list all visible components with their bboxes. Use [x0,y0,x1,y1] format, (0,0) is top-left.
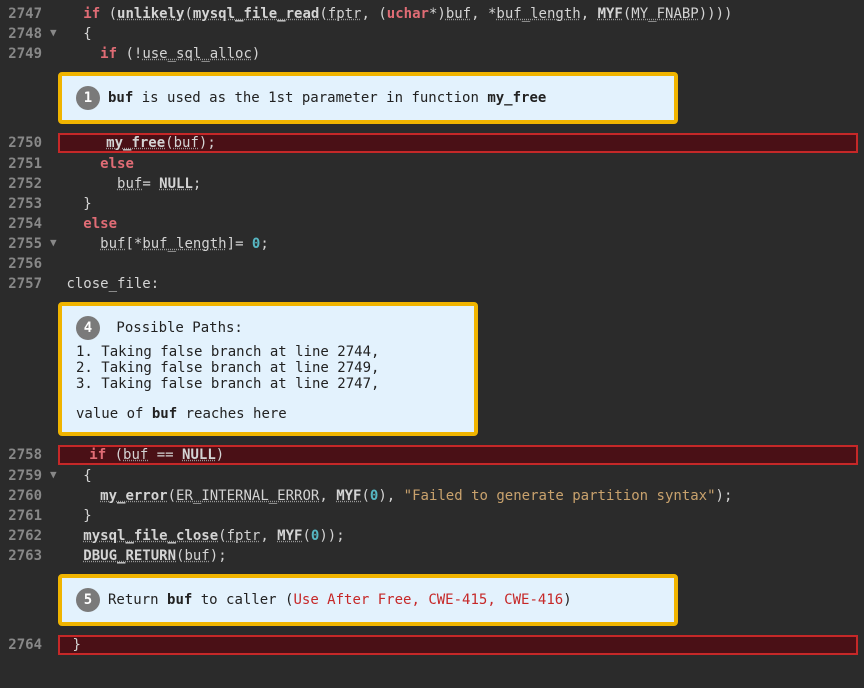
code-content: close_file: [58,276,864,292]
code-line: 2756 [0,254,864,274]
annotation-callout-4: 4 Possible Paths: 1. Taking false branch… [58,302,478,436]
line-number: 2757 [0,276,48,292]
line-number: 2764 [0,637,48,653]
line-number: 2747 [0,6,48,22]
line-number: 2760 [0,488,48,504]
annotation-callout-1: 1buf is used as the 1st parameter in fun… [58,72,678,124]
code-line-highlighted: 2758 if (buf == NULL) [0,444,864,466]
code-line: 2757 close_file: [0,274,864,294]
line-number: 2756 [0,256,48,272]
code-content: DBUG_RETURN(buf); [58,548,864,564]
code-content: } [58,196,864,212]
annotation-callout-5: 5Return buf to caller (Use After Free, C… [58,574,678,626]
line-number: 2755 [0,236,48,252]
code-line: 2754 else [0,214,864,234]
line-number: 2750 [0,135,48,151]
code-line: 2761 } [0,506,864,526]
fold-icon[interactable]: ▼ [50,26,58,42]
code-line: 2763 DBUG_RETURN(buf); [0,546,864,566]
callout-number: 5 [76,588,100,612]
code-content: my_free(buf); [64,135,852,151]
code-content [58,256,864,272]
code-content: if (!use_sql_alloc) [58,46,864,62]
line-number: 2752 [0,176,48,192]
code-line: 2748▼ { [0,24,864,44]
line-number: 2758 [0,447,48,463]
code-line: 2749 if (!use_sql_alloc) [0,44,864,64]
code-content: buf= NULL; [58,176,864,192]
code-line: 2747 if (unlikely(mysql_file_read(fptr, … [0,4,864,24]
line-number: 2753 [0,196,48,212]
code-line: 2755▼ buf[*buf_length]= 0; [0,234,864,254]
code-content: my_error(ER_INTERNAL_ERROR, MYF(0), "Fai… [58,488,864,504]
code-line-highlighted: 2764 } [0,634,864,656]
code-content: { [58,26,864,42]
code-line-highlighted: 2750 my_free(buf); [0,132,864,154]
code-content: } [58,508,864,524]
code-content: buf[*buf_length]= 0; [58,236,864,252]
code-line: 2751 else [0,154,864,174]
line-number: 2762 [0,528,48,544]
code-content: mysql_file_close(fptr, MYF(0)); [58,528,864,544]
line-number: 2763 [0,548,48,564]
code-content: else [58,156,864,172]
callout-number: 1 [76,86,100,110]
line-number: 2754 [0,216,48,232]
line-number: 2751 [0,156,48,172]
code-line: 2760 my_error(ER_INTERNAL_ERROR, MYF(0),… [0,486,864,506]
line-number: 2761 [0,508,48,524]
fold-icon[interactable]: ▼ [50,468,58,484]
code-content: } [64,637,852,653]
code-line: 2759▼ { [0,466,864,486]
code-content: { [58,468,864,484]
line-number: 2759 [0,468,48,484]
code-content: else [58,216,864,232]
code-content: if (buf == NULL) [64,447,852,463]
fold-icon[interactable]: ▼ [50,236,58,252]
line-number: 2748 [0,26,48,42]
code-line: 2762 mysql_file_close(fptr, MYF(0)); [0,526,864,546]
code-line: 2752 buf= NULL; [0,174,864,194]
code-line: 2753 } [0,194,864,214]
line-number: 2749 [0,46,48,62]
code-content: if (unlikely(mysql_file_read(fptr, (ucha… [58,6,864,22]
callout-number: 4 [76,316,100,340]
